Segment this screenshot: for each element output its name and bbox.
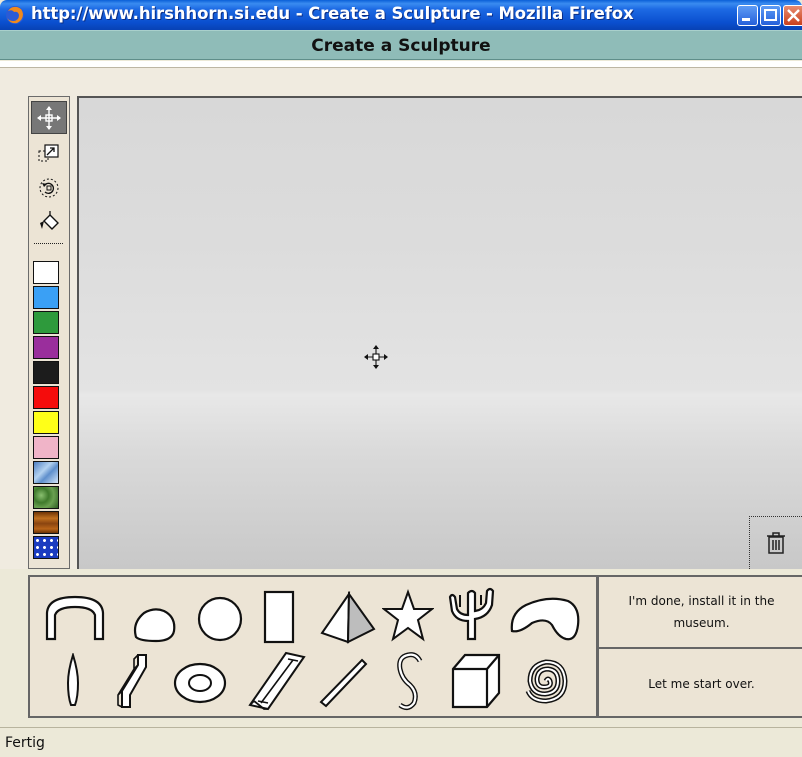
- slab-shape[interactable]: [262, 589, 296, 645]
- paint-bucket-icon: [40, 210, 59, 230]
- color-swatch-pink[interactable]: [33, 436, 59, 459]
- shape-palette: [28, 575, 598, 718]
- tool-divider: [34, 243, 63, 244]
- s-hook-shape[interactable]: [392, 651, 428, 713]
- blob-shape[interactable]: [508, 593, 582, 645]
- sphere-shape[interactable]: [196, 593, 244, 643]
- maximize-button[interactable]: [760, 5, 781, 26]
- ring-shape[interactable]: [172, 661, 228, 705]
- trash-icon: [767, 532, 785, 554]
- flame-shape[interactable]: [64, 653, 82, 709]
- move-arrows-icon: [37, 105, 61, 130]
- status-text: Fertig: [5, 735, 45, 751]
- action-panel: I'm done, install it in the museum. Let …: [597, 575, 802, 718]
- color-swatch-white[interactable]: [33, 261, 59, 284]
- install-in-museum-button[interactable]: I'm done, install it in the museum.: [599, 577, 802, 649]
- rotate-icon: [39, 178, 59, 197]
- page-title: Create a Sculpture: [311, 36, 491, 56]
- start-over-button[interactable]: Let me start over.: [599, 649, 802, 718]
- close-icon: [787, 9, 800, 22]
- tool-panel: [28, 96, 70, 569]
- star-shape[interactable]: [382, 589, 434, 643]
- texture-swatch-sky[interactable]: [33, 461, 59, 484]
- cactus-shape[interactable]: [446, 585, 500, 643]
- maximize-icon: [764, 9, 777, 21]
- rod-shape[interactable]: [318, 657, 368, 709]
- texture-swatch-wood[interactable]: [33, 511, 59, 534]
- pebble-shape[interactable]: [130, 605, 180, 643]
- rotate-tool-button[interactable]: [31, 171, 67, 204]
- color-swatch-yellow[interactable]: [33, 411, 59, 434]
- cube-shape[interactable]: [450, 651, 502, 711]
- move-tool-button[interactable]: [31, 101, 67, 134]
- color-swatch-black[interactable]: [33, 361, 59, 384]
- color-swatch-green[interactable]: [33, 311, 59, 334]
- move-cursor-icon: [364, 345, 388, 369]
- texture-swatch-grass[interactable]: [33, 486, 59, 509]
- window-title: http://www.hirshhorn.si.edu - Create a S…: [31, 4, 634, 23]
- pyramid-shape[interactable]: [318, 591, 378, 645]
- color-swatch-purple[interactable]: [33, 336, 59, 359]
- color-swatch-blue[interactable]: [33, 286, 59, 309]
- browser-window: http://www.hirshhorn.si.edu - Create a S…: [0, 0, 802, 757]
- firefox-icon: [6, 6, 24, 24]
- trash-drop-zone[interactable]: [749, 516, 802, 569]
- i-beam-shape[interactable]: [246, 651, 310, 713]
- minimize-icon: [742, 18, 750, 21]
- close-button[interactable]: [783, 5, 802, 26]
- paint-tool-button[interactable]: [31, 205, 67, 238]
- page-header: Create a Sculpture: [0, 30, 802, 60]
- color-swatch-red[interactable]: [33, 386, 59, 409]
- texture-swatch-polka-dots[interactable]: [33, 536, 59, 559]
- bent-bar-shape[interactable]: [114, 651, 154, 711]
- spiral-shape[interactable]: [524, 657, 568, 705]
- sculpture-canvas[interactable]: [77, 96, 802, 569]
- resize-tool-button[interactable]: [31, 137, 67, 170]
- resize-icon: [38, 143, 59, 161]
- title-bar: http://www.hirshhorn.si.edu - Create a S…: [0, 0, 802, 30]
- arch-shape[interactable]: [44, 591, 106, 643]
- status-bar: Fertig: [0, 727, 802, 757]
- minimize-button[interactable]: [737, 5, 758, 26]
